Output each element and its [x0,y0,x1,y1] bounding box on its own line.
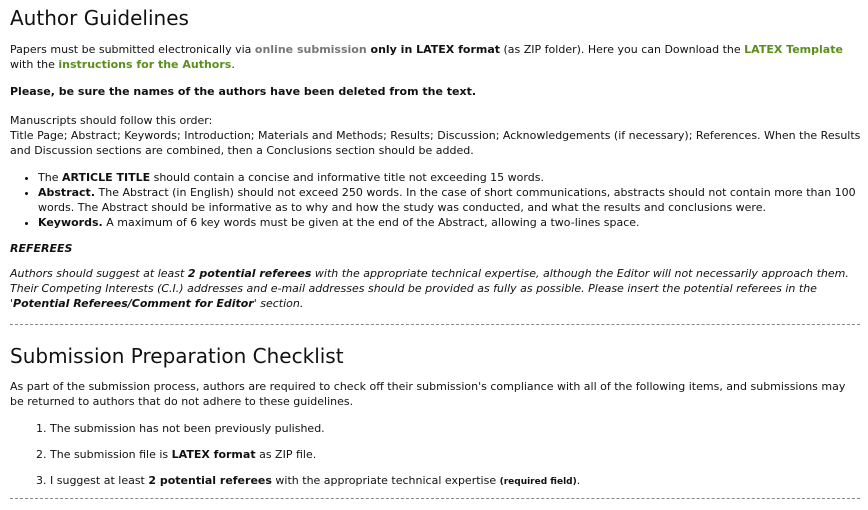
referees-paragraph: Authors should suggest at least 2 potent… [10,266,862,311]
intro-text-4: with the [10,58,59,71]
list-item: Keywords. A maximum of 6 key words must … [38,215,862,230]
item-text: A maximum of 6 key words must be given a… [102,216,640,229]
list-item: The ARTICLE TITLE should contain a conci… [38,170,862,185]
checklist-item: The submission has not been previously p… [50,421,862,436]
checklist-text: The submission file is [50,448,172,461]
item-bold: ARTICLE TITLE [61,171,151,184]
item-text: The Abstract (in English) should not exc… [38,186,856,214]
intro-text-1: Papers must be submitted electronically … [10,43,255,56]
online-submission-link[interactable]: online submission [255,43,367,56]
referees-bold-1: 2 potential referees [187,267,312,280]
guidelines-list: The ARTICLE TITLE should contain a conci… [10,170,862,230]
author-guidelines-heading: Author Guidelines [10,6,189,30]
checklist-text: I suggest at least [50,474,149,487]
checklist-bold: LATEX format [171,448,256,461]
checklist-text: . [576,474,581,487]
checklist-item: The submission file is LATEX format as Z… [50,447,862,462]
checklist-heading: Submission Preparation Checklist [10,344,344,368]
warning-text: Please, be sure the names of the authors… [10,85,477,98]
referees-text-3: ' section. [253,297,304,310]
order-section: Manuscripts should follow this order: Tit… [10,113,862,158]
referees-heading-text: REFEREES [10,242,73,255]
intro-text-3: (as ZIP folder). Here you can Download t… [500,43,745,56]
item-text: should contain a concise and informative… [150,171,544,184]
item-bold: Keywords. [38,216,103,229]
checklist-item: I suggest at least 2 potential referees … [50,473,862,490]
checklist-text: as ZIP file. [255,448,317,461]
checklist-list: The submission has not been previously p… [10,421,862,501]
intro-paragraph: Papers must be submitted electronically … [10,42,862,72]
checklist-text: The submission has not been previously p… [50,422,325,435]
list-item: Abstract. The Abstract (in English) shou… [38,185,862,215]
latex-format-text: only in LATEX format [366,43,501,56]
referees-text-1: Authors should suggest at least [10,267,188,280]
checklist-intro: As part of the submission process, autho… [10,380,846,408]
divider [10,324,860,325]
referees-heading: REFEREES [10,241,862,256]
order-text: Title Page; Abstract; Keywords; Introduc… [10,129,861,157]
required-field-note: (required field) [499,477,577,487]
checklist-text: with the appropriate technical expertise [271,474,500,487]
authors-warning: Please, be sure the names of the authors… [10,84,862,99]
order-intro: Manuscripts should follow this order: [10,114,213,127]
item-bold: Abstract. [38,186,95,199]
latex-template-link[interactable]: LATEX Template [744,43,843,56]
referees-bold-2: Potential Referees/Comment for Editor [13,297,254,310]
checklist-bold: 2 potential referees [148,474,272,487]
item-text: The [38,171,62,184]
instructions-link[interactable]: instructions for the Authors [58,58,231,71]
intro-text-5: . [231,58,235,71]
divider [10,498,860,499]
